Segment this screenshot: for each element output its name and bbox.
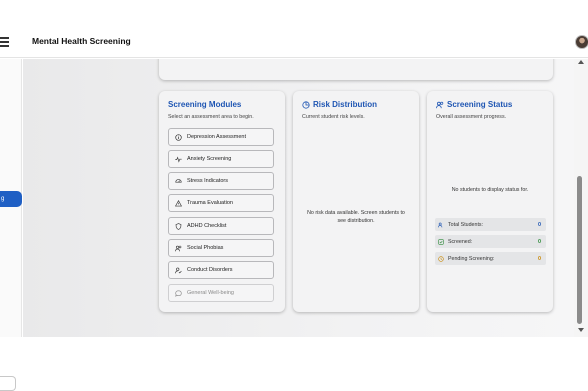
stat-value: 0 bbox=[537, 221, 541, 228]
module-button-general-wellbeing[interactable]: General Well-being bbox=[168, 284, 274, 302]
module-label: Stress Indicators bbox=[187, 178, 228, 184]
clock-icon bbox=[438, 255, 444, 262]
screening-status-title: Screening Status bbox=[436, 100, 512, 109]
risk-distribution-title: Risk Distribution bbox=[302, 100, 377, 109]
stat-value: 0 bbox=[537, 238, 541, 245]
users-icon bbox=[175, 245, 182, 251]
users-icon bbox=[438, 222, 443, 227]
activity-pulse-icon bbox=[175, 155, 182, 163]
bottom-strip bbox=[0, 337, 588, 360]
screening-modules-card: Screening Modules Select an assessment a… bbox=[159, 91, 285, 312]
users-icon bbox=[436, 101, 444, 108]
screening-modules-title: Screening Modules bbox=[168, 100, 242, 109]
user-avatar[interactable] bbox=[575, 35, 588, 49]
shield-icon bbox=[175, 222, 182, 230]
module-label: ADHD Checklist bbox=[187, 223, 227, 229]
stat-label: Total Students: bbox=[448, 221, 484, 228]
checkbox-icon bbox=[438, 238, 444, 245]
scrollbar-thumb[interactable] bbox=[577, 176, 582, 324]
module-button-adhd[interactable]: ADHD Checklist bbox=[168, 217, 274, 235]
warning-triangle-icon bbox=[175, 199, 182, 206]
module-label: Depression Assessment bbox=[187, 134, 246, 140]
module-label: Trauma Evaluation bbox=[187, 200, 233, 206]
info-circle-icon bbox=[175, 133, 182, 141]
module-label: Anxiety Screening bbox=[187, 156, 232, 162]
scroll-down-arrow-icon[interactable] bbox=[578, 328, 584, 332]
app-header: Mental Health Screening bbox=[0, 28, 588, 58]
main-content: Screening Modules Select an assessment a… bbox=[23, 59, 574, 337]
risk-distribution-subtitle: Current student risk levels. bbox=[302, 114, 365, 120]
stat-pending-screening: Pending Screening: 0 bbox=[435, 252, 546, 265]
module-button-stress[interactable]: Stress Indicators bbox=[168, 172, 274, 190]
module-button-social-phobias[interactable]: Social Phobias bbox=[168, 239, 274, 257]
page-title: Mental Health Screening bbox=[32, 36, 131, 46]
module-button-depression[interactable]: Depression Assessment bbox=[168, 128, 274, 146]
top-card bbox=[159, 59, 553, 80]
risk-distribution-card: Risk Distribution Current student risk l… bbox=[293, 91, 419, 312]
sidebar-bottom-button[interactable] bbox=[0, 376, 16, 391]
stat-total-students: Total Students: 0 bbox=[435, 218, 546, 231]
stat-screened: Screened: 0 bbox=[435, 235, 546, 248]
module-label: Social Phobias bbox=[187, 245, 224, 251]
scroll-up-arrow-icon[interactable] bbox=[578, 60, 584, 64]
stat-label: Screened: bbox=[448, 238, 473, 245]
screening-modules-subtitle: Select an assessment area to begin. bbox=[168, 114, 254, 120]
module-button-anxiety[interactable]: Anxiety Screening bbox=[168, 150, 274, 168]
app-window: Mental Health Screening g Screening Modu… bbox=[0, 0, 588, 391]
status-empty-message: No students to display status for. bbox=[451, 187, 529, 193]
risk-empty-message: No risk data available. Screen students … bbox=[307, 210, 405, 224]
module-label: General Well-being bbox=[187, 290, 234, 296]
screening-status-card: Screening Status Overall assessment prog… bbox=[427, 91, 553, 312]
chat-bubble-icon bbox=[175, 290, 182, 297]
pie-chart-icon bbox=[302, 100, 310, 109]
stat-value: 0 bbox=[537, 255, 541, 262]
gauge-icon bbox=[175, 178, 182, 183]
stat-label: Pending Screening: bbox=[448, 255, 495, 262]
hamburger-menu-icon[interactable] bbox=[0, 37, 10, 48]
user-check-icon bbox=[175, 267, 182, 273]
sidebar-item-label: g bbox=[1, 196, 5, 202]
screening-status-subtitle: Overall assessment progress. bbox=[436, 114, 507, 120]
sidebar: g bbox=[0, 59, 22, 391]
module-label: Conduct Disorders bbox=[187, 267, 233, 273]
module-button-trauma[interactable]: Trauma Evaluation bbox=[168, 194, 274, 212]
module-button-conduct-disorders[interactable]: Conduct Disorders bbox=[168, 261, 274, 279]
sidebar-item-active[interactable]: g bbox=[0, 191, 22, 207]
